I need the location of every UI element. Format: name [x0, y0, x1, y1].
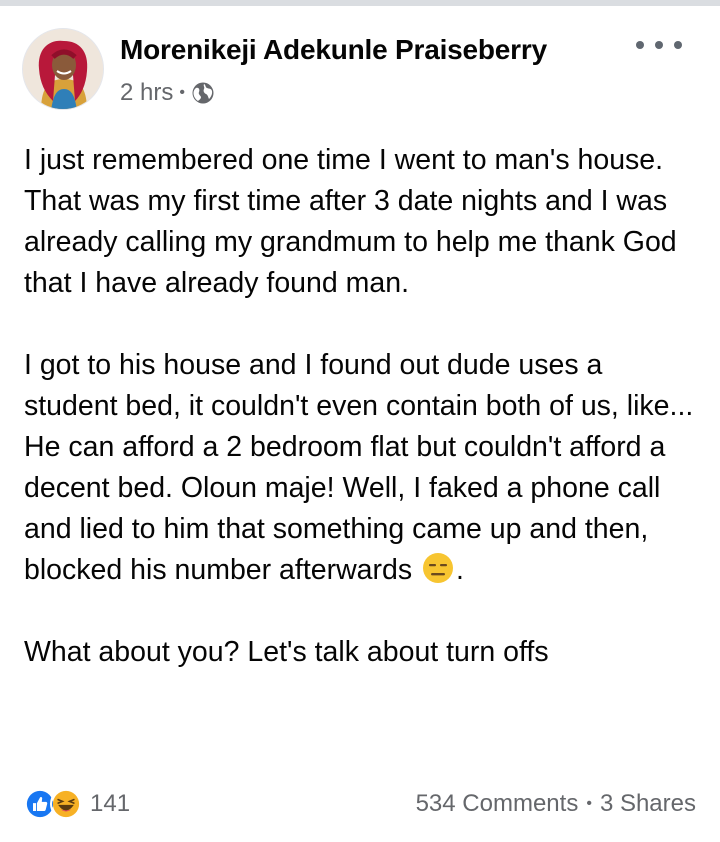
post-body: I just remembered one time I went to man… — [24, 140, 700, 673]
post-paragraph-end: . — [456, 554, 464, 586]
post-paragraph: I got to his house and I found out dude … — [24, 345, 700, 591]
stats-separator: • — [586, 795, 592, 812]
author-avatar[interactable] — [22, 28, 104, 110]
engagement-stats: 534 Comments • 3 Shares — [416, 790, 696, 818]
meta-separator: • — [179, 84, 185, 101]
reactions-summary[interactable]: 141 — [24, 788, 130, 820]
haha-icon — [50, 788, 82, 820]
post-time[interactable]: 2 hrs — [120, 79, 173, 107]
post-paragraph: What about you? Let's talk about turn of… — [24, 636, 549, 668]
more-dot — [674, 41, 682, 49]
post-footer: 141 534 Comments • 3 Shares — [24, 784, 696, 824]
more-options-button[interactable] — [636, 32, 682, 58]
expressionless-face-emoji — [423, 553, 454, 583]
avatar-image — [23, 29, 103, 109]
post-paragraph: I just remembered one time I went to man… — [24, 144, 677, 299]
shares-count[interactable]: 3 Shares — [600, 790, 696, 818]
post-paragraph-text: I got to his house and I found out dude … — [24, 349, 694, 586]
reaction-count: 141 — [90, 790, 131, 817]
comments-count[interactable]: 534 Comments — [416, 790, 579, 818]
globe-icon — [192, 82, 214, 104]
more-dot — [655, 41, 663, 49]
more-dot — [636, 41, 644, 49]
post-header: Morenikeji Adekunle Praiseberry 2 hrs • — [22, 28, 698, 110]
top-divider — [0, 0, 720, 6]
post-meta: 2 hrs • — [120, 78, 215, 108]
author-name[interactable]: Morenikeji Adekunle Praiseberry — [120, 34, 547, 66]
